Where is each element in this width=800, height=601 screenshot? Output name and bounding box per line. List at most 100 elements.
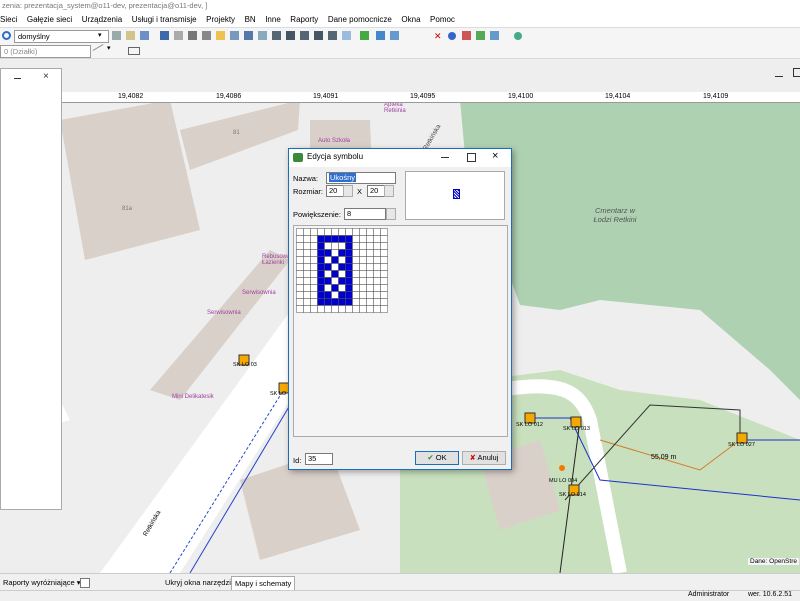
pixel-cell[interactable] [338, 242, 346, 250]
pixel-cell[interactable] [317, 291, 325, 299]
pixel-cell[interactable] [352, 298, 360, 306]
pixel-cell[interactable] [331, 284, 339, 292]
pixel-cell[interactable] [359, 305, 367, 313]
name-input[interactable]: Ukośny [326, 172, 396, 184]
pixel-cell[interactable] [324, 270, 332, 278]
size-width-input[interactable]: 20 [326, 185, 344, 197]
pin-checkbox[interactable] [80, 578, 90, 588]
menu-item-bn[interactable]: BN [245, 12, 256, 27]
pixel-cell[interactable] [380, 256, 388, 264]
id-input[interactable]: 35 [305, 453, 333, 465]
toolbar-icons[interactable]: ✕ [110, 30, 530, 42]
pixel-cell[interactable] [310, 284, 318, 292]
pixel-cell[interactable] [296, 277, 304, 285]
pixel-cell[interactable] [317, 242, 325, 250]
pixel-cell[interactable] [366, 305, 374, 313]
pixel-cell[interactable] [303, 284, 311, 292]
pixel-cell[interactable] [380, 305, 388, 313]
pixel-cell[interactable] [338, 284, 346, 292]
pixel-cell[interactable] [345, 235, 353, 243]
pixel-cell[interactable] [303, 263, 311, 271]
pixel-cell[interactable] [345, 291, 353, 299]
pixel-grid[interactable] [296, 228, 392, 318]
pixel-cell[interactable] [317, 284, 325, 292]
pixel-cell[interactable] [296, 284, 304, 292]
pixel-cell[interactable] [317, 228, 325, 236]
pixel-cell[interactable] [324, 263, 332, 271]
pixel-cell[interactable] [317, 298, 325, 306]
pixel-cell[interactable] [331, 228, 339, 236]
pixel-cell[interactable] [380, 242, 388, 250]
pixel-cell[interactable] [380, 291, 388, 299]
pixel-cell[interactable] [373, 249, 381, 257]
pixel-cell[interactable] [359, 263, 367, 271]
pixel-cell[interactable] [345, 263, 353, 271]
pixel-cell[interactable] [296, 235, 304, 243]
pixel-cell[interactable] [373, 256, 381, 264]
pixel-cell[interactable] [345, 284, 353, 292]
pixel-cell[interactable] [303, 291, 311, 299]
pixel-cell[interactable] [373, 298, 381, 306]
pixel-cell[interactable] [310, 277, 318, 285]
layer-combo[interactable]: 0 (Działki) [0, 45, 91, 58]
pixel-cell[interactable] [366, 284, 374, 292]
pixel-cell[interactable] [373, 277, 381, 285]
pixel-cell[interactable] [331, 263, 339, 271]
pixel-cell[interactable] [303, 256, 311, 264]
pixel-cell[interactable] [359, 228, 367, 236]
menu-item-galezie[interactable]: Gałęzie sieci [27, 12, 72, 27]
pixel-cell[interactable] [296, 263, 304, 271]
pixel-cell[interactable] [324, 305, 332, 313]
pixel-cell[interactable] [366, 291, 374, 299]
pixel-cell[interactable] [366, 242, 374, 250]
pixel-cell[interactable] [317, 270, 325, 278]
pixel-cell[interactable] [345, 242, 353, 250]
pixel-cell[interactable] [310, 235, 318, 243]
pixel-cell[interactable] [345, 256, 353, 264]
menu-item-uslugi[interactable]: Usługi i transmisje [132, 12, 197, 27]
maximize-icon[interactable] [467, 153, 476, 162]
pixel-cell[interactable] [373, 228, 381, 236]
menu-item-inne[interactable]: Inne [265, 12, 281, 27]
pixel-cell[interactable] [331, 305, 339, 313]
pixel-cell[interactable] [373, 291, 381, 299]
pixel-cell[interactable] [373, 242, 381, 250]
pixel-cell[interactable] [366, 277, 374, 285]
pixel-cell[interactable] [317, 249, 325, 257]
menu-item-sieci[interactable]: Sieci [0, 12, 17, 27]
pixel-cell[interactable] [338, 270, 346, 278]
pixel-cell[interactable] [296, 305, 304, 313]
pixel-cell[interactable] [338, 228, 346, 236]
pixel-cell[interactable] [331, 249, 339, 257]
pixel-cell[interactable] [359, 270, 367, 278]
style-combo[interactable]: domyślny [14, 30, 109, 43]
pixel-cell[interactable] [303, 242, 311, 250]
pixel-cell[interactable] [310, 305, 318, 313]
minimize-icon[interactable] [14, 78, 21, 79]
cancel-button[interactable]: ✘ Anuluj [462, 451, 506, 465]
pixel-cell[interactable] [338, 249, 346, 257]
chevron-down-icon[interactable]: ▾ [107, 44, 111, 52]
pixel-cell[interactable] [366, 228, 374, 236]
pixel-cell[interactable] [296, 249, 304, 257]
pixel-cell[interactable] [366, 256, 374, 264]
pixel-cell[interactable] [310, 242, 318, 250]
pixel-cell[interactable] [359, 277, 367, 285]
ok-button[interactable]: ✔ OK [415, 451, 459, 465]
menu-item-raporty[interactable]: Raporty [290, 12, 318, 27]
pixel-cell[interactable] [331, 277, 339, 285]
pixel-cell[interactable] [303, 249, 311, 257]
pixel-cell[interactable] [296, 242, 304, 250]
pixel-cell[interactable] [352, 242, 360, 250]
pixel-cell[interactable] [310, 249, 318, 257]
pixel-cell[interactable] [331, 298, 339, 306]
close-icon[interactable]: × [492, 150, 498, 162]
pixel-cell[interactable] [296, 256, 304, 264]
pixel-cell[interactable] [324, 249, 332, 257]
pixel-cell[interactable] [331, 270, 339, 278]
pixel-cell[interactable] [373, 270, 381, 278]
pixel-cell[interactable] [338, 263, 346, 271]
tab-reports[interactable]: Raporty wyróżniające ▾ [0, 576, 84, 590]
pixel-cell[interactable] [352, 249, 360, 257]
pixel-cell[interactable] [373, 263, 381, 271]
